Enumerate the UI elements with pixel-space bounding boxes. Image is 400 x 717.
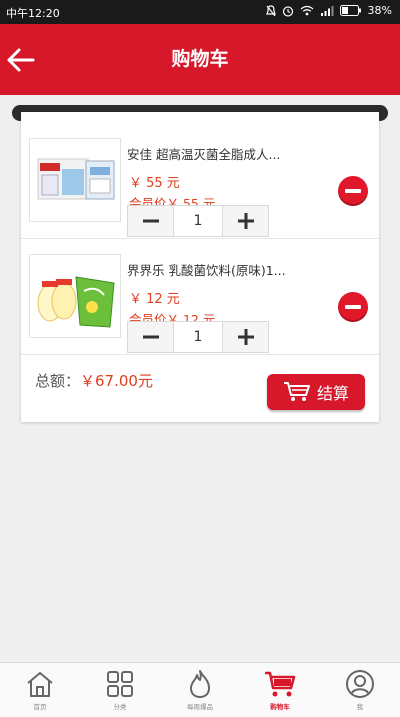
status-time: 中午12:20 <box>6 7 60 20</box>
checkout-label: 结算 <box>316 384 349 403</box>
status-icons: 38% <box>265 4 392 17</box>
quantity-stepper: 1 <box>127 321 269 353</box>
decrease-button[interactable] <box>128 322 174 352</box>
decrease-button[interactable] <box>128 206 174 236</box>
cart-card: 安佳 超高温灭菌全脂成人... ￥ 55 元 会员价￥ 55 元 1 界界乐 乳… <box>21 112 379 422</box>
cart-icon <box>283 382 310 401</box>
page-title: 购物车 <box>171 48 229 70</box>
tab-label: 首页 <box>33 703 47 711</box>
tab-label: 购物车 <box>270 703 290 711</box>
product-price: ￥ 55 元 <box>129 176 180 191</box>
cart-item: 安佳 超高温灭菌全脂成人... ￥ 55 元 会员价￥ 55 元 1 <box>21 122 379 239</box>
grid-icon <box>107 671 133 697</box>
hot-icon <box>190 670 210 698</box>
yogurt-drink-image <box>37 276 115 328</box>
milk-box-image <box>37 158 115 200</box>
tab-label: 我 <box>356 703 364 711</box>
tab-label: 分类 <box>113 703 127 711</box>
tab-label: 每周爆品 <box>187 703 213 711</box>
remove-item-button[interactable] <box>338 292 368 322</box>
battery-percent: 38% <box>367 4 392 17</box>
quantity-stepper: 1 <box>127 205 269 237</box>
cart-icon <box>265 671 296 697</box>
cart-item: 界界乐 乳酸菌饮料(原味)1... ￥ 12 元 会员价￥ 12 元 1 <box>21 238 379 355</box>
battery-icon <box>339 5 361 16</box>
quantity-value[interactable]: 1 <box>174 206 222 236</box>
minus-icon <box>142 219 159 223</box>
signal-icon <box>320 6 334 16</box>
plus-icon <box>237 213 254 229</box>
tab-me[interactable]: 我 <box>320 663 400 717</box>
product-image[interactable] <box>29 138 121 222</box>
increase-button[interactable] <box>222 206 268 236</box>
checkout-button[interactable]: 结算 <box>267 374 365 410</box>
total-label: 总额： <box>35 372 81 390</box>
minus-icon <box>142 335 159 339</box>
total-amount: ￥67.00元 <box>80 372 153 390</box>
tab-category[interactable]: 分类 <box>80 663 160 717</box>
tab-home[interactable]: 首页 <box>0 663 80 717</box>
wifi-icon <box>300 5 313 16</box>
product-price: ￥ 12 元 <box>129 292 180 307</box>
plus-icon <box>237 329 254 345</box>
total-section: 总额：￥67.00元 <box>35 370 153 391</box>
quantity-value[interactable]: 1 <box>174 322 222 352</box>
mute-icon <box>265 4 276 16</box>
remove-item-button[interactable] <box>338 176 368 206</box>
status-bar: 中午12:20 38% <box>0 0 400 24</box>
increase-button[interactable] <box>222 322 268 352</box>
alarm-icon <box>282 5 293 17</box>
home-icon <box>27 672 53 697</box>
product-name[interactable]: 界界乐 乳酸菌饮料(原味)1... <box>127 260 317 279</box>
tab-cart[interactable]: 购物车 <box>240 663 320 717</box>
product-image[interactable] <box>29 254 121 338</box>
bottom-tab-bar: 首页 分类 每周爆品 购物车 我 <box>0 662 400 717</box>
tab-weekly-hot[interactable]: 每周爆品 <box>160 663 240 717</box>
product-name[interactable]: 安佳 超高温灭菌全脂成人... <box>127 144 317 163</box>
app-header: 购物车 <box>0 24 400 95</box>
user-icon <box>346 670 374 698</box>
